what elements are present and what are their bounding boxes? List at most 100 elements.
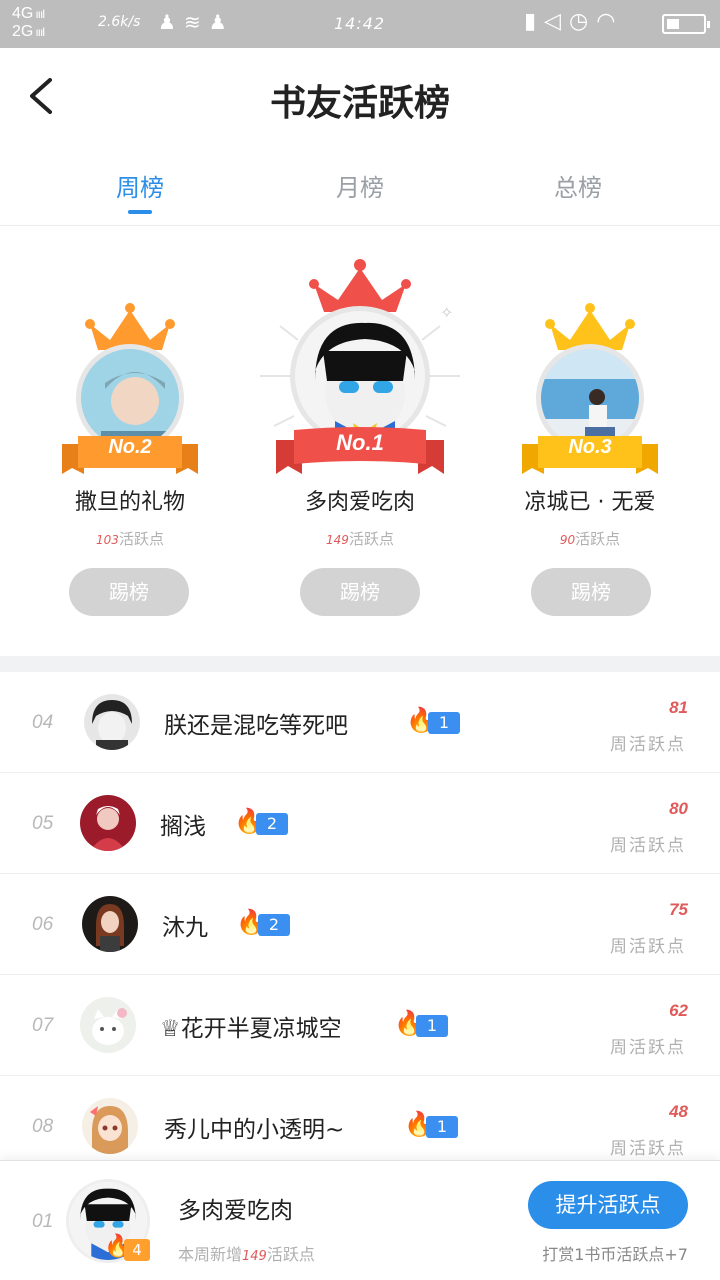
podium-name: 撒旦的礼物 (74, 490, 185, 515)
tab-label: 周榜 (116, 174, 164, 202)
tab-weekly[interactable]: 周榜 (80, 168, 200, 214)
weekly-points: 62 (669, 1001, 688, 1020)
note-points: 149 (242, 1249, 267, 1264)
kick-button[interactable]: 踢榜 (69, 568, 189, 616)
page-title: 书友活跃榜 (269, 82, 450, 124)
rank-number: 06 (32, 914, 54, 935)
tab-label: 总榜 (554, 174, 602, 202)
podium-name: 凉城已 · 无爱 (524, 490, 656, 515)
list-item[interactable]: 06 沐九 🔥 2 75 周活跃点 (0, 874, 720, 975)
weekly-points-label: 周活跃点 (610, 1038, 686, 1058)
points-value: 103 (96, 533, 119, 547)
weekly-points: 80 (669, 799, 688, 818)
header: 书友活跃榜 (0, 48, 720, 148)
rank-number: 08 (32, 1116, 54, 1137)
weekly-points-label: 周活跃点 (610, 735, 686, 755)
notification-icons: ♟≋♟ (158, 10, 235, 34)
tab-label: 月榜 (336, 174, 384, 202)
rank-number: 05 (32, 813, 54, 834)
level-badge: 🔥 1 (394, 1009, 448, 1039)
user-name: ♕花开半夏凉城空 (160, 1016, 342, 1042)
network-speed: 2.6k/s (98, 14, 141, 30)
list-item[interactable]: 04 朕还是混吃等死吧 🔥 1 81 周活跃点 (0, 672, 720, 773)
level-value: 2 (258, 914, 290, 936)
qq-icon: ♟ (158, 10, 184, 34)
level-badge: 🔥 2 (236, 908, 290, 938)
network-4g-label: 4G (12, 5, 34, 22)
weekly-points-label: 周活跃点 (610, 836, 686, 856)
level-badge: 🔥 2 (234, 807, 288, 837)
avatar[interactable] (290, 306, 430, 446)
my-level-badge: 🔥 4 (104, 1234, 150, 1261)
my-rank-bar: 01 🔥 4 多肉爱吃肉 本周新增149活跃点 提升活跃点 打赏1书币活跃点+7 (0, 1160, 720, 1280)
list-item[interactable]: 05 搁浅 🔥 2 80 周活跃点 (0, 773, 720, 874)
weekly-points: 48 (669, 1102, 688, 1121)
system-icons: ▮◁◷◠ (524, 9, 623, 34)
level-value: 1 (416, 1015, 448, 1037)
weekly-points: 81 (669, 698, 688, 717)
kick-button[interactable]: 踢榜 (300, 568, 420, 616)
boost-activity-button[interactable]: 提升活跃点 (528, 1181, 688, 1229)
alarm-icon: ◷ (569, 9, 597, 34)
user-name: 沐九 (162, 915, 208, 941)
signal-indicator: 4G ıııl 2G ıııl (12, 5, 45, 41)
status-bar: 4G ıııl 2G ıııl 2.6k/s ♟≋♟ 14:42 ▮◁◷◠ (0, 0, 720, 48)
mute-icon: ◁ (544, 9, 570, 34)
note-suffix: 活跃点 (266, 1245, 315, 1264)
podium-name: 多肉爱吃肉 (304, 490, 415, 515)
weekly-points-label: 周活跃点 (610, 937, 686, 957)
note-prefix: 本周新增 (178, 1245, 243, 1264)
weekly-points-label: 周活跃点 (610, 1139, 686, 1159)
network-2g-label: 2G (12, 23, 34, 40)
database-icon: ≋ (183, 10, 209, 34)
avatar[interactable] (84, 694, 140, 750)
level-value: 4 (124, 1239, 150, 1261)
rank-label: No.3 (568, 436, 612, 458)
my-name: 多肉爱吃肉 (178, 1198, 293, 1224)
weekly-points: 75 (669, 900, 688, 919)
reward-tip: 打赏1书币活跃点+7 (542, 1245, 688, 1264)
kick-button[interactable]: 踢榜 (531, 568, 651, 616)
avatar[interactable] (82, 896, 138, 952)
level-value: 1 (428, 712, 460, 734)
my-weekly-note: 本周新增149活跃点 (178, 1241, 315, 1265)
wifi-icon: ◠ (596, 9, 624, 34)
podium-points: 90活跃点 (480, 528, 700, 549)
level-value: 2 (256, 813, 288, 835)
battery-icon (662, 14, 710, 34)
signal-bars-icon: ıııl (35, 7, 45, 21)
signal-bars-icon: ıııl (35, 25, 45, 39)
points-label: 活跃点 (118, 530, 164, 548)
rank-label: No.1 (336, 430, 384, 455)
podium-points: 149活跃点 (250, 528, 470, 549)
rank-number: 04 (32, 712, 54, 733)
tab-monthly[interactable]: 月榜 (300, 168, 420, 203)
user-name: 朕还是混吃等死吧 (164, 713, 348, 739)
list-item[interactable]: 07 ♕花开半夏凉城空 🔥 1 62 周活跃点 (0, 975, 720, 1076)
user-name: 秀儿中的小透明~ (164, 1117, 345, 1143)
points-value: 90 (559, 533, 576, 547)
podium: No.2 撒旦的礼物 103活跃点 踢榜 ✧ No.1 多肉爱吃肉 149活跃点… (0, 226, 720, 656)
avatar[interactable] (80, 997, 136, 1053)
rank-label: No.2 (108, 436, 152, 458)
user-name: 搁浅 (160, 814, 206, 840)
level-value: 1 (426, 1116, 458, 1138)
avatar[interactable] (80, 795, 136, 851)
tab-indicator (128, 210, 152, 214)
avatar[interactable] (82, 1098, 138, 1154)
my-rank-number: 01 (32, 1211, 54, 1232)
rank-number: 07 (32, 1015, 54, 1036)
sim-icon: ▮ (524, 9, 545, 34)
podium-points: 103活跃点 (20, 528, 240, 549)
section-divider (0, 656, 720, 672)
points-value: 149 (326, 533, 349, 547)
level-badge: 🔥 1 (404, 1110, 458, 1140)
qq-icon: ♟ (208, 10, 235, 34)
level-badge: 🔥 1 (406, 706, 460, 736)
clock: 14:42 (334, 14, 386, 33)
tab-total[interactable]: 总榜 (518, 168, 638, 203)
tab-bar: 周榜 月榜 总榜 (0, 150, 720, 226)
points-label: 活跃点 (348, 530, 394, 548)
svg-text:✧: ✧ (440, 303, 453, 322)
points-label: 活跃点 (575, 530, 621, 548)
